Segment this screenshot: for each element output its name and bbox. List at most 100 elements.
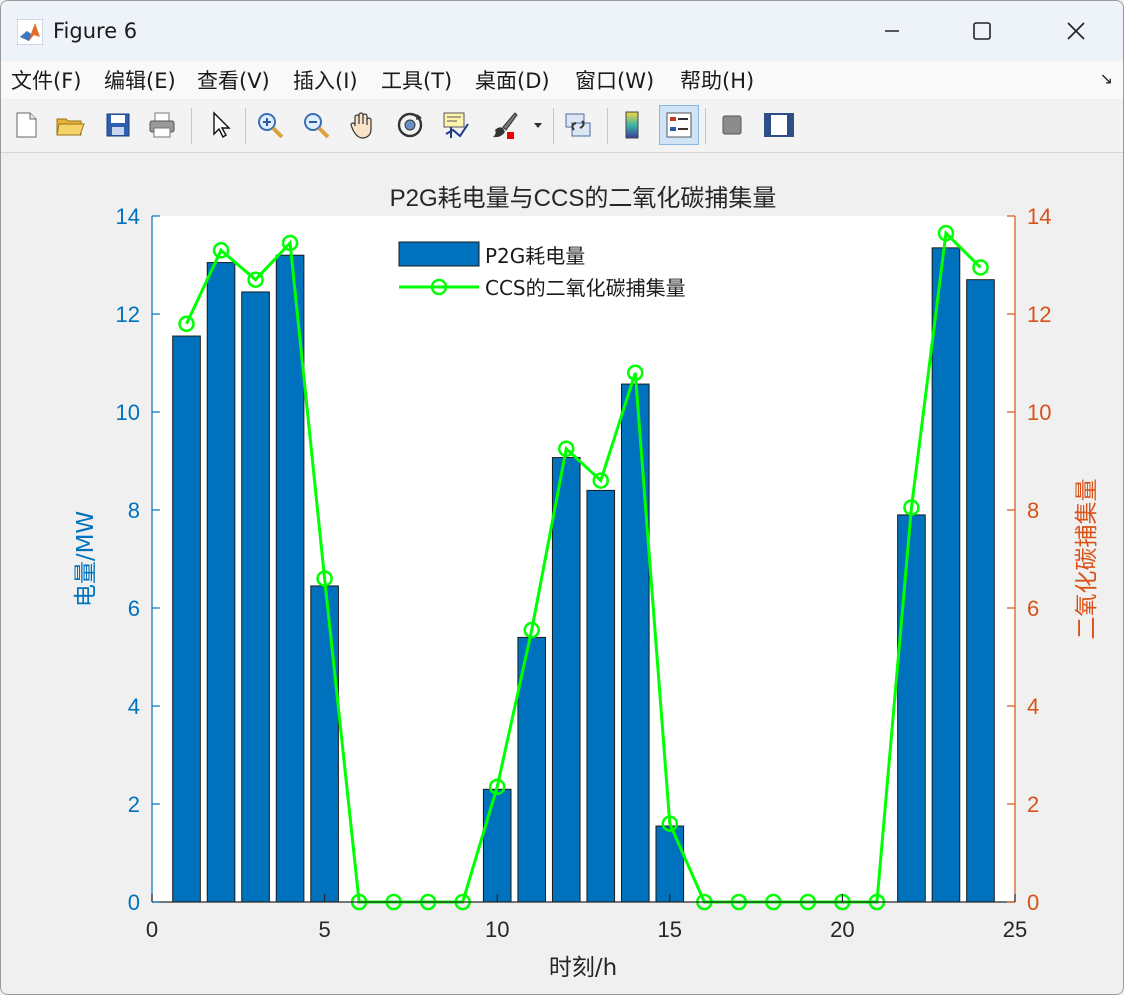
hide-plot-tools-button[interactable] bbox=[715, 107, 749, 143]
data-cursor-button[interactable] bbox=[439, 107, 473, 143]
print-icon bbox=[149, 112, 175, 138]
menu-insert[interactable]: 插入(I) bbox=[293, 65, 358, 95]
x-tick-label: 15 bbox=[658, 917, 682, 942]
brush-dropdown-button[interactable] bbox=[527, 107, 549, 143]
show-plot-tools-button[interactable] bbox=[759, 107, 799, 143]
menu-file[interactable]: 文件(F) bbox=[11, 65, 81, 95]
maximize-button[interactable] bbox=[959, 11, 1005, 51]
y-left-tick-label: 2 bbox=[128, 792, 140, 817]
x-tick-label: 25 bbox=[1003, 917, 1027, 942]
menu-view[interactable]: 查看(V) bbox=[197, 65, 270, 95]
colorbar-button[interactable] bbox=[615, 107, 649, 143]
menu-help[interactable]: 帮助(H) bbox=[680, 65, 754, 95]
print-button[interactable] bbox=[145, 107, 179, 143]
y-right-tick-label: 6 bbox=[1027, 596, 1039, 621]
open-file-button[interactable] bbox=[53, 107, 87, 143]
data-cursor-icon bbox=[443, 112, 469, 138]
chart-svg: 0 02 24 46 68 810 1012 1214 140 5 10 15 20 25 P2G耗电量与… bbox=[73, 185, 1100, 981]
chart-title: P2G耗电量与CCS的二氧化碳捕集量 bbox=[390, 185, 777, 212]
bar bbox=[241, 291, 270, 903]
y-left-tick-label: 0 bbox=[128, 890, 140, 915]
save-icon bbox=[106, 113, 130, 137]
matlab-logo-icon bbox=[17, 19, 43, 45]
x-tick-label: 0 bbox=[146, 917, 158, 942]
minimize-button[interactable] bbox=[869, 11, 915, 51]
link-plot-button[interactable] bbox=[561, 107, 595, 143]
legend-icon bbox=[666, 112, 692, 138]
zoom-in-button[interactable] bbox=[253, 107, 287, 143]
legend-bar-swatch bbox=[398, 241, 480, 267]
new-figure-icon bbox=[16, 112, 37, 138]
select-button[interactable] bbox=[203, 107, 237, 143]
toolbar-separator bbox=[607, 108, 608, 144]
toolbar-separator bbox=[705, 108, 706, 144]
y-left-tick-label: 4 bbox=[128, 694, 140, 719]
brush-button[interactable] bbox=[487, 107, 521, 143]
legend-label-p2g: P2G耗电量 bbox=[485, 244, 585, 268]
toolbar bbox=[1, 100, 1123, 153]
y-right-tick-label: 12 bbox=[1027, 302, 1051, 327]
undock-arrow-icon[interactable]: ↘ bbox=[1100, 69, 1113, 88]
rotate-3d-icon bbox=[397, 112, 423, 138]
open-file-icon bbox=[56, 118, 85, 136]
bar bbox=[620, 383, 650, 903]
colorbar-icon bbox=[625, 111, 639, 139]
figure-canvas: 0 0 2 2 4 4 6 6 8 8 10 10 12 12 14 14 0 5 10 15 20 25 P2G耗电量与… bbox=[1, 153, 1123, 994]
toolbar-separator bbox=[245, 108, 246, 144]
toolbar-separator bbox=[553, 108, 554, 144]
x-tick-label: 5 bbox=[318, 917, 330, 942]
bar bbox=[586, 489, 616, 903]
x-tick-label: 10 bbox=[485, 917, 509, 942]
bar bbox=[482, 788, 512, 903]
y-right-tick-label: 14 bbox=[1027, 204, 1051, 229]
y-right-tick-label: 2 bbox=[1027, 792, 1039, 817]
zoom-in-icon bbox=[258, 113, 284, 139]
close-button[interactable] bbox=[1053, 11, 1099, 51]
bar bbox=[172, 335, 201, 903]
save-button[interactable] bbox=[101, 107, 135, 143]
bar bbox=[897, 514, 926, 903]
bar bbox=[310, 585, 339, 903]
menu-bar: 文件(F) 编辑(E) 查看(V) 插入(I) 工具(T) 桌面(D) 窗口(W… bbox=[1, 61, 1123, 99]
menu-desktop[interactable]: 桌面(D) bbox=[475, 65, 550, 95]
brush-icon bbox=[493, 112, 518, 139]
legend-button[interactable] bbox=[659, 105, 699, 145]
show-plot-tools-icon bbox=[764, 113, 794, 137]
legend[interactable]: P2G耗电量 CCS的二氧化碳捕集量 bbox=[397, 238, 733, 302]
pan-hand-icon bbox=[350, 112, 372, 139]
bar bbox=[275, 254, 305, 903]
x-axis-label: 时刻/h bbox=[549, 955, 617, 981]
figure-window: Figure 6 文件(F) 编辑(E) 查看(V) 插入(I) 工具(T) 桌… bbox=[0, 0, 1124, 995]
y-left-tick-label: 14 bbox=[116, 204, 140, 229]
window-title: Figure 6 bbox=[53, 19, 138, 43]
bar bbox=[931, 247, 961, 903]
legend-label-ccs: CCS的二氧化碳捕集量 bbox=[485, 276, 686, 300]
y-right-tick-label: 4 bbox=[1027, 694, 1039, 719]
dropdown-arrow-icon bbox=[534, 123, 542, 128]
zoom-out-button[interactable] bbox=[299, 107, 333, 143]
close-icon bbox=[1067, 22, 1085, 40]
menu-edit[interactable]: 编辑(E) bbox=[104, 65, 176, 95]
y-axis-left-label: 电量/MW bbox=[73, 511, 99, 607]
y-left-tick-label: 8 bbox=[128, 498, 140, 523]
toolbar-separator bbox=[191, 108, 192, 144]
bar bbox=[655, 825, 685, 903]
select-arrow-icon bbox=[213, 111, 231, 139]
y-left-tick-label: 10 bbox=[116, 400, 140, 425]
zoom-out-icon bbox=[304, 113, 330, 139]
y-left-tick-label: 6 bbox=[128, 596, 140, 621]
minimize-icon bbox=[885, 30, 899, 32]
title-bar: Figure 6 bbox=[1, 1, 1123, 61]
rotate-3d-button[interactable] bbox=[393, 107, 427, 143]
menu-tools[interactable]: 工具(T) bbox=[381, 65, 452, 95]
maximize-icon bbox=[973, 22, 991, 40]
link-plot-icon bbox=[565, 113, 591, 137]
pan-button[interactable] bbox=[345, 107, 379, 143]
y-right-tick-label: 8 bbox=[1027, 498, 1039, 523]
y-axis-right-label: 二氧化碳捕集量 bbox=[1074, 479, 1100, 640]
new-figure-button[interactable] bbox=[9, 107, 43, 143]
menu-window[interactable]: 窗口(W) bbox=[575, 65, 654, 95]
bar bbox=[966, 279, 995, 903]
y-left-tick-label: 12 bbox=[116, 302, 140, 327]
bar bbox=[206, 262, 236, 903]
